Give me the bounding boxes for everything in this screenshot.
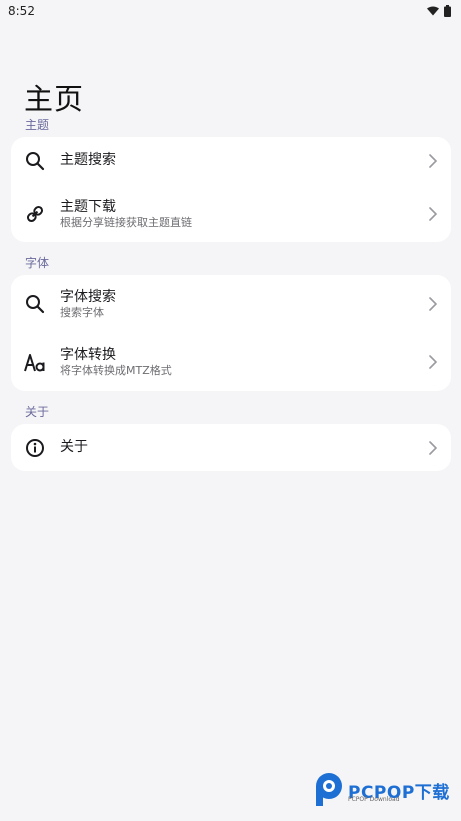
row-subtitle: 搜索字体 xyxy=(60,306,104,319)
row-text: 关于 xyxy=(60,439,88,456)
list-item-font-convert[interactable]: 字体转换 将字体转换成MTZ格式 xyxy=(11,335,451,389)
watermark-logo: PCPOP下载 PCPOP Download xyxy=(313,772,453,808)
status-time: 8:52 xyxy=(8,4,35,18)
row-text: 主题下载 根据分享链接获取主题直链 xyxy=(60,199,192,230)
pcpop-logo-icon xyxy=(316,773,342,806)
row-subtitle: 根据分享链接获取主题直链 xyxy=(60,216,192,229)
list-item-about[interactable]: 关于 xyxy=(11,424,451,471)
row-title: 主题下载 xyxy=(60,199,116,215)
page-title: 主页 xyxy=(24,82,85,116)
row-text: 主题搜索 xyxy=(60,152,116,169)
info-icon xyxy=(24,437,46,459)
row-title: 主题搜索 xyxy=(60,152,116,168)
status-bar: 8:52 xyxy=(0,0,461,22)
chevron-right-icon xyxy=(429,441,438,455)
chevron-right-icon xyxy=(429,355,438,369)
font-icon xyxy=(24,352,46,374)
card-theme: 主题搜索 主题下载 根据分享链接获取主题直链 xyxy=(11,137,451,242)
section-label-font: 字体 xyxy=(25,256,50,270)
chevron-right-icon xyxy=(429,297,438,311)
watermark-tagline: PCPOP Download xyxy=(348,796,400,803)
search-icon xyxy=(24,293,46,315)
wifi-icon xyxy=(427,6,439,16)
section-label-about: 关于 xyxy=(25,405,50,419)
row-text: 字体搜索 搜索字体 xyxy=(60,289,116,320)
row-title: 字体转换 xyxy=(60,347,116,363)
list-item-font-search[interactable]: 字体搜索 搜索字体 xyxy=(11,277,451,331)
chevron-right-icon xyxy=(429,154,438,168)
row-title: 关于 xyxy=(60,439,88,455)
card-font: 字体搜索 搜索字体 字体转换 将字体转换成MTZ格式 xyxy=(11,275,451,391)
link-icon xyxy=(24,203,46,225)
search-icon xyxy=(24,150,46,172)
list-item-theme-search[interactable]: 主题搜索 xyxy=(11,137,451,185)
card-about: 关于 xyxy=(11,424,451,471)
section-label-theme: 主题 xyxy=(25,118,50,132)
chevron-right-icon xyxy=(429,207,438,221)
row-subtitle: 将字体转换成MTZ格式 xyxy=(60,364,172,377)
row-text: 字体转换 将字体转换成MTZ格式 xyxy=(60,347,172,378)
status-icons xyxy=(427,5,451,17)
row-title: 字体搜索 xyxy=(60,289,116,305)
battery-icon xyxy=(444,5,451,17)
list-item-theme-download[interactable]: 主题下载 根据分享链接获取主题直链 xyxy=(11,189,451,239)
